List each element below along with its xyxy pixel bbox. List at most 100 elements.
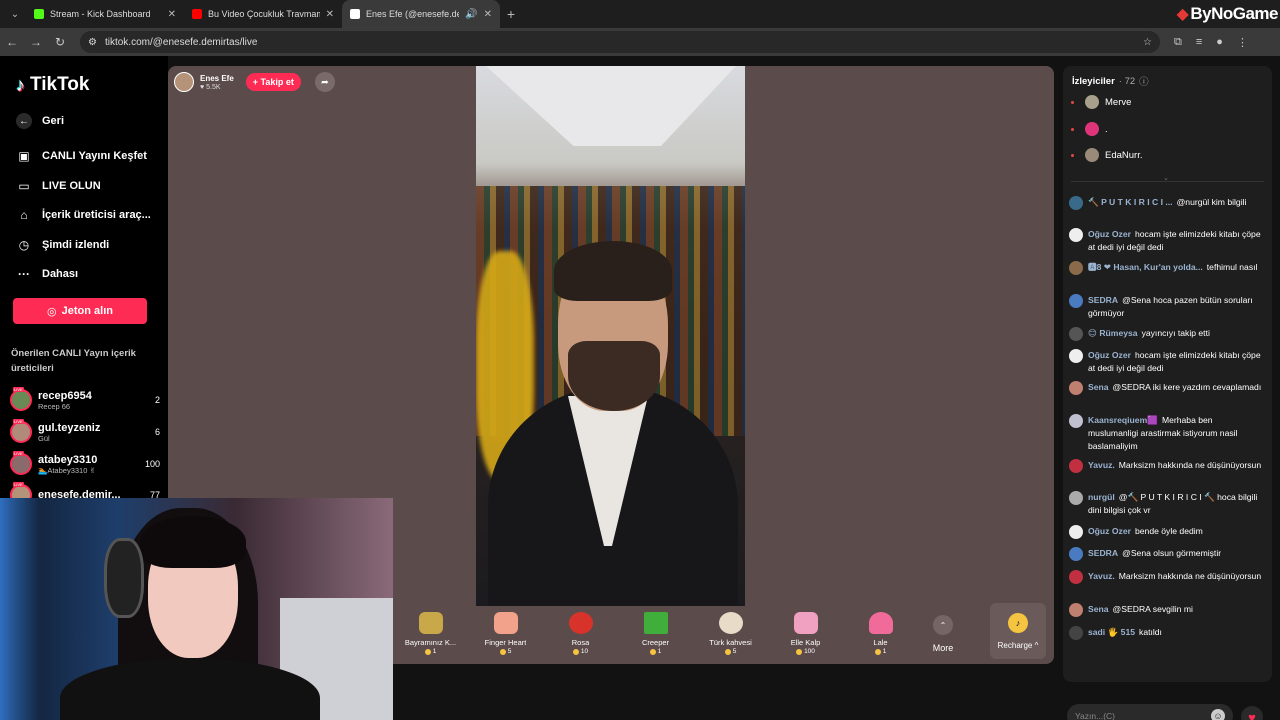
- nav-history[interactable]: ◷ Şimdi izlendi: [16, 238, 109, 252]
- gift-item[interactable]: Rosa 10: [543, 603, 618, 659]
- media-control-icon[interactable]: ≡: [1196, 36, 1202, 49]
- avatar[interactable]: [1069, 547, 1083, 561]
- browser-tab-1[interactable]: Stream - Kick Dashboard ✕: [26, 0, 184, 28]
- gift-name: Finger Heart: [484, 638, 527, 647]
- tab-audio-icon[interactable]: 🔊: [465, 9, 477, 20]
- viewer-item[interactable]: .: [1071, 119, 1108, 139]
- extensions-icon[interactable]: ⧉: [1174, 36, 1182, 49]
- tab-close-icon[interactable]: ✕: [168, 9, 176, 20]
- tab-close-icon[interactable]: ✕: [484, 9, 492, 20]
- viewer-item[interactable]: EdaNurr.: [1071, 145, 1143, 165]
- gift-item[interactable]: Creeper 1: [618, 603, 693, 659]
- gift-item[interactable]: Finger Heart 5: [468, 603, 543, 659]
- avatar[interactable]: [1069, 603, 1083, 617]
- bookmark-star-icon[interactable]: ☆: [1143, 37, 1152, 48]
- avatar[interactable]: [1069, 525, 1083, 539]
- avatar[interactable]: [1069, 228, 1083, 242]
- live-video[interactable]: [476, 66, 745, 606]
- avatar[interactable]: [1069, 491, 1083, 505]
- avatar[interactable]: [1069, 459, 1083, 473]
- share-icon[interactable]: ➦: [314, 72, 335, 92]
- info-icon[interactable]: ⓘ: [1139, 74, 1149, 88]
- viewers-header: İzleyiciler · 72 ⓘ: [1072, 74, 1149, 89]
- webcam-overlay: [0, 498, 393, 720]
- chat-text: Marksizm hakkında ne düşünüyorsun: [1118, 571, 1262, 581]
- forward-arrow-icon[interactable]: →: [24, 35, 48, 49]
- gift-item[interactable]: Türk kahvesi 5: [693, 603, 768, 659]
- hand-heart-icon: [793, 612, 818, 634]
- follow-button[interactable]: + Takip et: [245, 73, 301, 91]
- chat-username[interactable]: Sena: [1088, 604, 1109, 614]
- avatar[interactable]: [1069, 349, 1083, 363]
- host-avatar[interactable]: [174, 72, 194, 92]
- chat-text: @SEDRA iki kere yazdım cevaplamadı: [1112, 382, 1262, 392]
- reload-icon[interactable]: ↻: [48, 35, 72, 49]
- gift-item[interactable]: Elle Kalp 100: [768, 603, 843, 659]
- nav-explore-live[interactable]: ▣ CANLI Yayını Keşfet: [16, 149, 147, 163]
- chat-username[interactable]: Kaansreqiuem🟪: [1088, 415, 1158, 425]
- tiktok-note-icon: ♪: [16, 74, 25, 95]
- tab-close-icon[interactable]: ✕: [326, 9, 334, 20]
- back-arrow-icon[interactable]: ←: [0, 35, 24, 49]
- host-info: Enes Efe ♥ 5.5K + Takip et ➦: [174, 72, 335, 92]
- chat-username[interactable]: sadi 🖐 515: [1088, 627, 1135, 637]
- chat-username[interactable]: Oğuz Ozer: [1088, 350, 1131, 360]
- avatar[interactable]: [1069, 414, 1083, 428]
- avatar[interactable]: [1069, 261, 1083, 275]
- site-info-icon[interactable]: ⚙: [88, 37, 97, 48]
- avatar[interactable]: [1069, 570, 1083, 584]
- recharge-button[interactable]: ♪ Recharge ^: [990, 603, 1046, 659]
- chevron-down-icon[interactable]: ⌄: [1163, 174, 1169, 182]
- nav-creator-tools[interactable]: ⌂ İçerik üreticisi araç...: [16, 208, 151, 222]
- nav-more[interactable]: ··· Dahası: [16, 267, 78, 281]
- get-coins-button[interactable]: ◎ Jeton alın: [13, 298, 147, 324]
- avatar[interactable]: [1069, 294, 1083, 308]
- gift-item[interactable]: Lale 1: [843, 603, 918, 659]
- like-heart-button[interactable]: ♥: [1241, 706, 1263, 720]
- chat-username[interactable]: SEDRA: [1088, 295, 1118, 305]
- recommended-title: Önerilen CANLI Yayın içerik üreticileri: [11, 348, 136, 374]
- address-bar[interactable]: ⚙ tiktok.com/@enesefe.demirtas/live ☆: [80, 31, 1160, 53]
- chat-message: Oğuz Ozer hocam işte elimizdeki kitabı çö…: [1069, 228, 1265, 254]
- gift-name: Creeper: [641, 638, 670, 647]
- chat-username[interactable]: 🔨 P U T K I R I C I ...: [1088, 197, 1173, 207]
- gift-price-value: 100: [804, 648, 815, 655]
- chat-input[interactable]: Yazın...(C) ☺: [1067, 704, 1233, 720]
- nav-label: İçerik üreticisi araç...: [42, 209, 151, 221]
- more-gifts-button[interactable]: ⌃ More: [918, 603, 968, 659]
- recommended-creator[interactable]: LIVE recep6954 Recep 66 2: [10, 386, 160, 414]
- nav-go-live[interactable]: ▭ LIVE OLUN: [16, 179, 100, 193]
- host-name[interactable]: Enes Efe: [200, 74, 234, 84]
- gift-price: 5: [499, 648, 511, 655]
- coin-icon: [499, 648, 506, 655]
- chat-username[interactable]: Oğuz Ozer: [1088, 229, 1131, 239]
- recommended-creator[interactable]: LIVE atabey3310 🏊Atabey3310 ✌ 100: [10, 450, 160, 478]
- recommended-creator[interactable]: LIVE gul.teyzeniz Gül 6: [10, 418, 160, 446]
- chat-username[interactable]: 😊 Rümeysa: [1088, 328, 1138, 338]
- viewer-name: EdaNurr.: [1105, 149, 1143, 161]
- chat-username[interactable]: SEDRA: [1088, 548, 1118, 558]
- nav-back[interactable]: ← Geri: [16, 113, 64, 129]
- tab-search-icon[interactable]: ⌄: [4, 3, 26, 25]
- tiktok-logo[interactable]: ♪ TikTok: [16, 74, 89, 96]
- viewer-item[interactable]: Merve: [1071, 92, 1131, 112]
- profile-avatar-icon[interactable]: ●: [1216, 36, 1223, 49]
- emoji-icon[interactable]: ☺: [1211, 709, 1225, 720]
- chat-username[interactable]: Yavuz.: [1088, 571, 1115, 581]
- browser-tab-2[interactable]: Bu Video Çocukluk Travmamd ✕: [184, 0, 342, 28]
- gift-item[interactable]: Bayramınız K... 1: [393, 603, 468, 659]
- rose-icon: [568, 612, 593, 634]
- browser-tab-3[interactable]: Enes Efe (@enesefe.demirta 🔊 ✕: [342, 0, 500, 28]
- live-badge: LIVE: [13, 419, 24, 424]
- chat-username[interactable]: Oğuz Ozer: [1088, 526, 1131, 536]
- chat-username[interactable]: 🅰8 ❤ Hasan, Kur'an yolda...: [1088, 262, 1203, 272]
- avatar[interactable]: [1069, 381, 1083, 395]
- browser-menu-icon[interactable]: ⋮: [1237, 36, 1248, 49]
- new-tab-button[interactable]: +: [500, 6, 522, 22]
- avatar[interactable]: [1069, 196, 1083, 210]
- tiktok-logo-text: TikTok: [30, 74, 90, 95]
- chat-text: Marksizm hakkında ne düşünüyorsun: [1118, 460, 1262, 470]
- chat-username[interactable]: Yavuz.: [1088, 460, 1115, 470]
- chat-username[interactable]: nurgül: [1088, 492, 1115, 502]
- chat-username[interactable]: Sena: [1088, 382, 1109, 392]
